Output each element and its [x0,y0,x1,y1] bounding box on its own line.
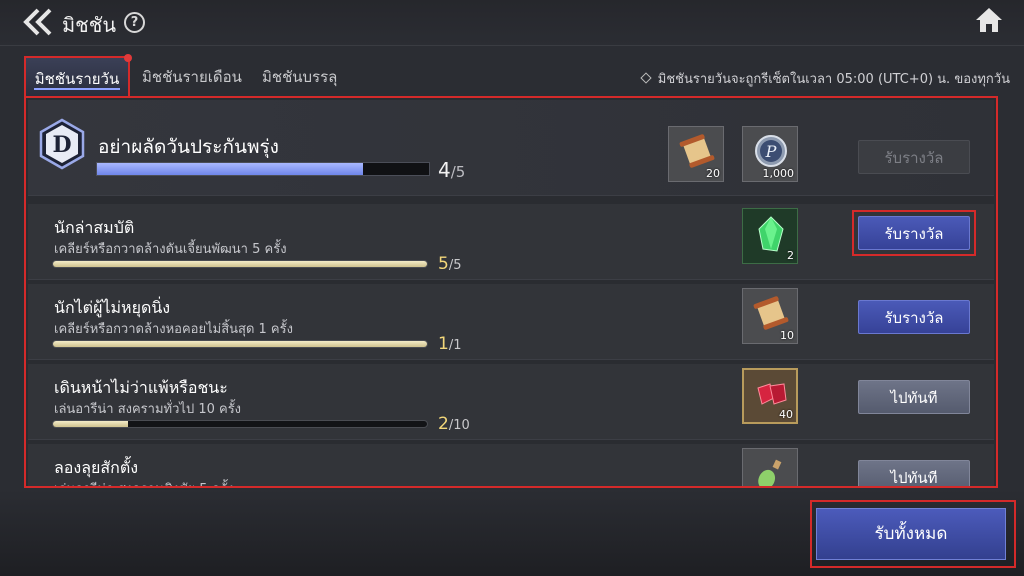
main-progress-fill [97,163,363,175]
main-progress-count: 4/5 [438,158,465,182]
mission-progress-bar [52,420,428,428]
mission-desc: เคลียร์หรือกวาดล้างดันเจี้ยนพัฒนา 5 ครั้… [54,242,287,257]
scroll-icon [753,296,789,330]
platinum-coin-icon: P [755,135,787,167]
mission-done-count: 2 [438,414,449,434]
help-icon[interactable]: ? [124,12,145,33]
tab-monthly-missions[interactable]: มิชชันรายเดือน [142,56,242,98]
claim-reward-button[interactable]: รับรางวัล [858,216,970,250]
mission-progress-fill [53,421,128,427]
tab-achievement-missions[interactable]: มิชชันบรรลุ [262,56,337,98]
mission-progress-count: 1/1 [438,334,461,354]
reward-item-scroll[interactable]: 10 [742,288,798,344]
mission-progress-bar [52,260,428,268]
main-progress-bar [96,162,430,176]
reward-qty: 20 [706,167,720,180]
rank-d-badge-icon: D [39,118,85,170]
reset-note: มิชชันรายวันจะถูกรีเซ็ตในเวลา 05:00 (UTC… [640,68,1010,89]
diamond-bullet-icon [640,72,652,84]
mission-desc: เล่นอารีน่า สงครามชิงชัย 5 ครั้ง [54,478,234,486]
tab-label: มิชชันรายวัน [34,70,120,88]
notification-dot [124,54,132,62]
mission-list-panel[interactable]: D อย่าผลัดวันประกันพรุ่ง 4/5 20 P 1,000 … [24,96,998,488]
claim-all-button[interactable]: รับทั้งหมด [816,508,1006,560]
reward-qty: 2 [787,249,794,262]
reset-note-text: มิชชันรายวันจะถูกรีเซ็ตในเวลา 05:00 (UTC… [657,72,1010,87]
mission-desc: เล่นอารีน่า สงครามทั่วไป 10 ครั้ง [54,402,242,417]
mission-row: ลองลุยสักตั้ง เล่นอารีน่า สงครามชิงชัย 5… [28,444,994,486]
mission-progress-bar [52,340,428,348]
reward-qty: 10 [780,329,794,342]
mission-progress-fill [53,341,427,347]
double-chevron-left-icon [23,8,52,36]
potion-icon [758,459,782,486]
scroll-icon [679,134,715,168]
green-crystal-icon [758,216,784,252]
page-title: มิชชัน [62,13,117,37]
tab-daily-missions[interactable]: มิชชันรายวัน [24,54,132,98]
back-button[interactable] [20,8,56,36]
claim-reward-button[interactable]: รับรางวัล [858,300,970,334]
main-total-count: /5 [450,163,466,181]
mission-row: นักล่าสมบัติ เคลียร์หรือกวาดล้างดันเจี้ย… [28,204,994,280]
mission-row: เดินหน้าไม่ว่าแพ้หรือชนะ เล่นอารีน่า สงค… [28,364,994,440]
go-now-button[interactable]: ไปทันที [858,460,970,486]
reward-qty: 1,000 [762,167,795,180]
main-mission-row: D อย่าผลัดวันประกันพรุ่ง 4/5 20 P 1,000 … [28,100,994,196]
mission-desc: เคลียร์หรือกวาดล้างหอคอยไม่สิ้นสุด 1 ครั… [54,322,293,337]
reward-item-potion[interactable] [742,448,798,486]
badge-letter: D [52,132,71,158]
reward-item-platinum[interactable]: P 1,000 [742,126,798,182]
go-now-button[interactable]: ไปทันที [858,380,970,414]
mission-progress-fill [53,261,427,267]
mission-done-count: 1 [438,334,449,354]
mission-progress-count: 2/10 [438,414,470,434]
mission-total-count: /10 [448,418,470,433]
mission-progress-count: 5/5 [438,254,461,274]
reward-item-red-gem[interactable]: 40 [742,368,798,424]
mission-row: นักไต่ผู้ไม่หยุดนิ่ง เคลียร์หรือกวาดล้าง… [28,284,994,360]
svg-text:P: P [765,142,777,161]
reward-item-scroll[interactable]: 20 [668,126,724,182]
top-bar: มิชชัน ? [0,0,1024,46]
home-button[interactable] [974,6,1004,34]
reward-qty: 40 [779,408,793,421]
mission-done-count: 5 [438,254,449,274]
mission-total-count: /5 [448,258,462,273]
main-done-count: 4 [438,158,451,182]
main-mission-title: อย่าผลัดวันประกันพรุ่ง [98,136,279,158]
claim-reward-button-disabled[interactable]: รับรางวัล [858,140,970,174]
mission-total-count: /1 [448,338,462,353]
reward-item-crystal[interactable]: 2 [742,208,798,264]
home-icon [976,8,1002,32]
